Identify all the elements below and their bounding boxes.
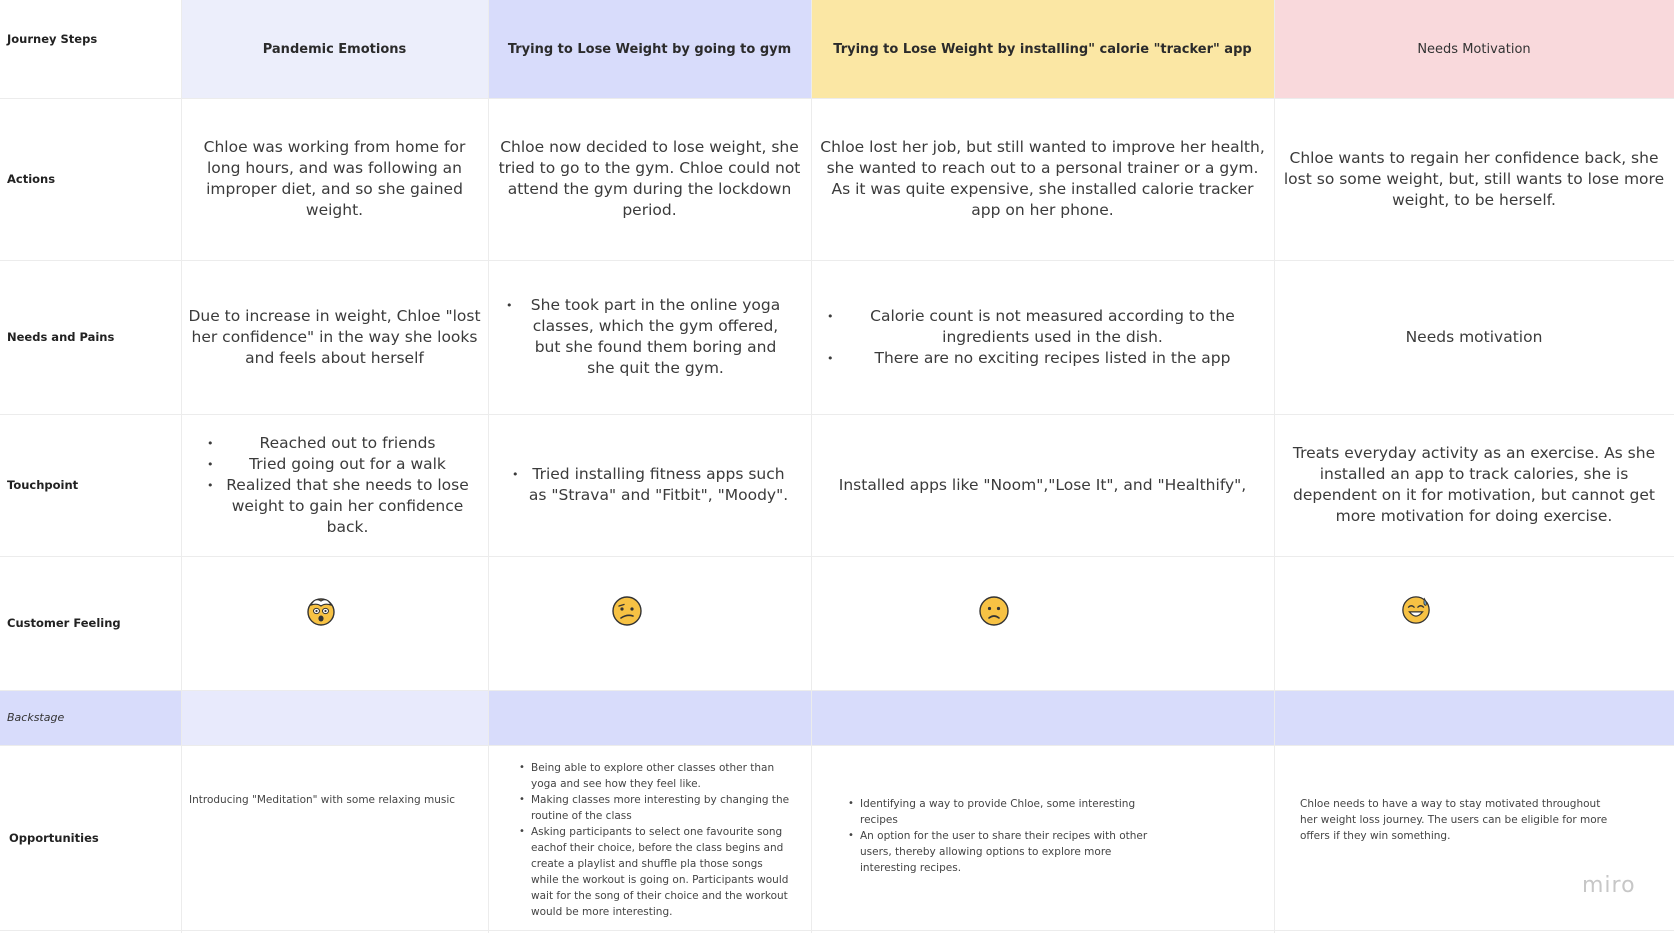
- step-header-gym: Trying to Lose Weight by going to gym: [488, 0, 811, 98]
- actions-text: Chloe now decided to lose weight, she tr…: [498, 138, 801, 219]
- opportunities-cell-2: Being able to explore other classes othe…: [519, 760, 793, 920]
- list-item: Asking participants to select one favour…: [519, 824, 793, 920]
- row-label-touchpoint: Touchpoint: [0, 414, 181, 556]
- row-label-text: Touchpoint: [7, 478, 79, 492]
- grid-line: [488, 0, 489, 933]
- opportunities-cell-4: Chloe needs to have a way to stay motiva…: [1300, 796, 1620, 844]
- opportunities-list: Being able to explore other classes othe…: [519, 760, 793, 920]
- step-title: Needs Motivation: [1417, 41, 1531, 57]
- backstage-cell-2: [488, 690, 811, 745]
- step-header-calorie-tracker: Trying to Lose Weight by installing" cal…: [811, 0, 1274, 98]
- list-item: Identifying a way to provide Chloe, some…: [848, 796, 1150, 828]
- grid-line: [0, 556, 1674, 557]
- needs-cell-4: Needs motivation: [1274, 260, 1674, 414]
- grid-line: [181, 0, 182, 933]
- grid-line: [0, 98, 1674, 99]
- grid-line: [811, 0, 812, 933]
- backstage-cell-4: [1274, 690, 1674, 745]
- row-label-text: Needs and Pains: [7, 330, 115, 344]
- row-label-backstage: Backstage: [0, 690, 181, 745]
- grid-line: [0, 260, 1674, 261]
- actions-cell-3: Chloe lost her job, but still wanted to …: [811, 98, 1274, 260]
- grid-line: [1274, 0, 1275, 933]
- journey-steps-label: Journey Steps: [7, 32, 98, 46]
- list-item: Being able to explore other classes othe…: [519, 760, 793, 792]
- row-label-needs-and-pains: Needs and Pains: [0, 260, 181, 414]
- touchpoint-cell-3: Installed apps like "Noom","Lose It", an…: [811, 414, 1274, 556]
- opportunities-cell-1: Introducing "Meditation" with some relax…: [189, 792, 479, 808]
- backstage-cell-1: [181, 690, 488, 745]
- step-title: Trying to Lose Weight by installing" cal…: [833, 41, 1252, 57]
- row-label-text: Actions: [7, 172, 56, 186]
- confused-emoji-icon: [611, 595, 643, 627]
- grid-line: [0, 414, 1674, 415]
- journey-steps-header: Journey Steps: [0, 0, 181, 98]
- touchpoint-cell-2: Tried installing fitness apps such as "S…: [488, 414, 811, 556]
- needs-text: Needs motivation: [1405, 327, 1543, 346]
- step-header-pandemic-emotions: Pandemic Emotions: [181, 0, 488, 98]
- miro-logo: miro: [1582, 873, 1636, 898]
- customer-journey-map: Journey Steps Pandemic Emotions Trying t…: [0, 0, 1674, 933]
- opportunities-text: Introducing "Meditation" with some relax…: [189, 794, 456, 806]
- needs-cell-1: Due to increase in weight, Chloe "lost h…: [181, 260, 488, 414]
- list-item: Calorie count is not measured according …: [827, 306, 1264, 348]
- grinning-sweat-emoji-icon: [1401, 595, 1431, 625]
- list-item: Reached out to friends: [207, 433, 474, 454]
- row-label-opportunities: Opportunities: [0, 745, 181, 930]
- row-label-text: Backstage: [7, 711, 65, 724]
- actions-cell-1: Chloe was working from home for long hou…: [181, 98, 488, 260]
- actions-text: Chloe lost her job, but still wanted to …: [820, 138, 1265, 219]
- row-label-actions: Actions: [0, 98, 181, 260]
- actions-cell-2: Chloe now decided to lose weight, she tr…: [488, 98, 811, 260]
- step-title: Trying to Lose Weight by going to gym: [507, 41, 792, 57]
- list-item: Making classes more interesting by chang…: [519, 792, 793, 824]
- list-item: She took part in the online yoga classes…: [506, 295, 791, 379]
- actions-text: Chloe wants to regain her confidence bac…: [1283, 148, 1665, 209]
- grid-line: [0, 690, 1674, 691]
- needs-cell-2: She took part in the online yoga classes…: [488, 260, 811, 414]
- row-label-text: Customer Feeling: [7, 616, 121, 630]
- touchpoint-cell-4: Treats everyday activity as an exercise.…: [1274, 414, 1674, 556]
- touchpoint-list: Reached out to friends Tried going out f…: [207, 433, 474, 538]
- needs-list: Calorie count is not measured according …: [827, 306, 1264, 369]
- step-title: Pandemic Emotions: [262, 41, 407, 57]
- grid-line: [0, 745, 1674, 746]
- opportunities-cell-3: Identifying a way to provide Chloe, some…: [848, 796, 1150, 876]
- row-label-text: Opportunities: [9, 830, 99, 845]
- list-item: Realized that she needs to lose weight t…: [207, 475, 474, 538]
- needs-cell-3: Calorie count is not measured according …: [811, 260, 1274, 414]
- slightly-frowning-emoji-icon: [978, 595, 1010, 627]
- grid-line: [0, 930, 1674, 931]
- opportunities-list: Identifying a way to provide Chloe, some…: [848, 796, 1150, 876]
- actions-cell-4: Chloe wants to regain her confidence bac…: [1274, 98, 1674, 260]
- touchpoint-text: Installed apps like "Noom","Lose It", an…: [838, 475, 1247, 494]
- needs-list: She took part in the online yoga classes…: [506, 295, 791, 379]
- actions-text: Chloe was working from home for long hou…: [203, 138, 466, 219]
- step-header-needs-motivation: Needs Motivation: [1274, 0, 1674, 98]
- list-item: There are no exciting recipes listed in …: [827, 348, 1264, 369]
- exploding-head-emoji-icon: [305, 595, 337, 627]
- touchpoint-list: Tried installing fitness apps such as "S…: [512, 464, 791, 506]
- backstage-cell-3: [811, 690, 1274, 745]
- opportunities-text: Chloe needs to have a way to stay motiva…: [1300, 798, 1608, 842]
- touchpoint-cell-1: Reached out to friends Tried going out f…: [181, 414, 488, 556]
- list-item: An option for the user to share their re…: [848, 828, 1150, 876]
- touchpoint-text: Treats everyday activity as an exercise.…: [1292, 444, 1656, 525]
- list-item: Tried going out for a walk: [207, 454, 474, 475]
- needs-text: Due to increase in weight, Chloe "lost h…: [188, 306, 481, 367]
- row-label-customer-feeling: Customer Feeling: [0, 556, 181, 690]
- list-item: Tried installing fitness apps such as "S…: [512, 464, 791, 506]
